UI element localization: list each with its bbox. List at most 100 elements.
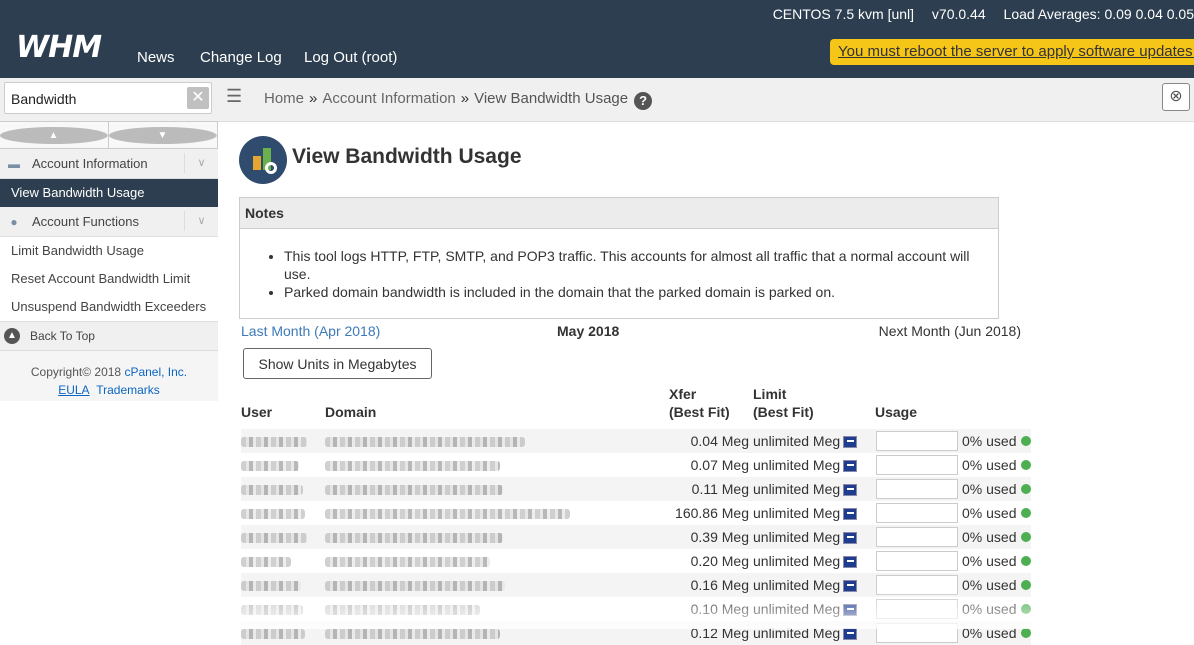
- user-cell[interactable]: [241, 573, 325, 597]
- domain-cell[interactable]: [325, 477, 669, 501]
- edit-limit-icon[interactable]: [843, 580, 858, 593]
- usage-text: 0% used: [962, 433, 1017, 449]
- scroll-up-button[interactable]: ▲: [0, 122, 109, 148]
- eula-link[interactable]: EULA: [58, 383, 89, 397]
- xfer-cell: 0.12 Meg: [669, 621, 753, 645]
- change-log-link[interactable]: Change Log: [200, 49, 282, 66]
- table-row: 0.07 Meg unlimited Meg 0% used: [241, 453, 1032, 477]
- domain-cell[interactable]: [325, 549, 669, 573]
- limit-value: unlimited Meg: [753, 481, 841, 497]
- bandwidth-chart-icon: [239, 136, 287, 184]
- breadcrumb-separator: »: [309, 90, 318, 107]
- user-cell[interactable]: [241, 549, 325, 573]
- domain-cell[interactable]: [325, 501, 669, 525]
- xfer-cell: 0.10 Meg: [690, 601, 749, 617]
- breadcrumb-home[interactable]: Home: [264, 90, 304, 107]
- edit-limit-icon[interactable]: [843, 556, 858, 569]
- edit-limit-icon[interactable]: [843, 484, 858, 497]
- help-icon[interactable]: ?: [634, 92, 653, 110]
- limit-cell: unlimited Meg: [753, 453, 875, 477]
- usage-text: 0% used: [962, 625, 1017, 641]
- trademarks-link[interactable]: Trademarks: [96, 383, 160, 397]
- domain-cell[interactable]: [325, 429, 669, 453]
- reboot-link[interactable]: You must reboot the server to apply soft…: [838, 43, 1194, 60]
- collapse-sidebar-icon[interactable]: ☰: [226, 86, 242, 107]
- top-bar: CENTOS 7.5 kvm [unl] v70.0.44 Load Avera…: [0, 0, 1194, 78]
- limit-value: unlimited Meg: [753, 457, 841, 473]
- column-limit: Limit (Best Fit): [753, 386, 814, 420]
- edit-limit-icon[interactable]: [843, 508, 858, 521]
- user-cell[interactable]: [241, 429, 325, 453]
- limit-cell: unlimited Meg: [753, 429, 875, 453]
- domain-cell[interactable]: [325, 573, 669, 597]
- usage-cell: 0% used: [875, 549, 1032, 573]
- edit-limit-icon[interactable]: [843, 436, 858, 449]
- sidebar-group-account-functions[interactable]: ● Account Functions ∨: [0, 207, 218, 237]
- sidebar-item-reset-limit[interactable]: Reset Account Bandwidth Limit: [0, 265, 218, 293]
- limit-cell: unlimited Meg: [753, 525, 875, 549]
- xfer-cell: 0.04 Meg: [669, 429, 753, 453]
- usage-bar: [876, 575, 958, 595]
- edit-limit-icon[interactable]: [843, 460, 858, 473]
- sidebar-item-limit-bandwidth[interactable]: Limit Bandwidth Usage: [0, 237, 218, 265]
- next-month-label: Next Month (Jun 2018): [878, 323, 1021, 339]
- table-row: 0.11 Meg unlimited Meg 0% used: [241, 477, 1032, 501]
- previous-month-link[interactable]: Last Month (Apr 2018): [241, 323, 380, 339]
- chevron-down-icon[interactable]: ∨: [184, 211, 218, 231]
- limit-cell: unlimited Meg: [753, 477, 875, 501]
- check-icon: [1021, 484, 1032, 494]
- limit-cell: unlimited Meg: [753, 621, 875, 645]
- chevron-down-icon[interactable]: ∨: [184, 153, 218, 173]
- usage-cell: 0% used: [875, 621, 1032, 645]
- usage-text: 0% used: [962, 601, 1017, 617]
- breadcrumb-section[interactable]: Account Information: [322, 90, 455, 107]
- sidebar-item-view-bandwidth-usage[interactable]: View Bandwidth Usage: [0, 179, 218, 207]
- user-cell[interactable]: [241, 453, 325, 477]
- check-icon: [1021, 436, 1032, 446]
- limit-cell: unlimited Meg: [753, 573, 875, 597]
- domain-cell[interactable]: [325, 525, 669, 549]
- column-xfer: Xfer (Best Fit): [669, 386, 730, 420]
- domain-cell[interactable]: [325, 621, 669, 645]
- xfer-cell: 0.07 Meg: [690, 457, 749, 473]
- edit-limit-icon[interactable]: [843, 532, 858, 545]
- limit-cell: unlimited Meg: [753, 549, 875, 573]
- page-title: View Bandwidth Usage: [292, 145, 522, 168]
- search-input[interactable]: [9, 87, 185, 111]
- user-cell[interactable]: [241, 477, 325, 501]
- check-icon: [1021, 532, 1032, 542]
- domain-cell[interactable]: [325, 453, 669, 477]
- show-units-megabytes-button[interactable]: Show Units in Megabytes: [243, 348, 432, 379]
- down-arrow-icon: ▼: [109, 126, 217, 144]
- usage-text: 0% used: [962, 457, 1017, 473]
- breadcrumb-bar: ✕ ☰ Home»Account Information»View Bandwi…: [0, 78, 1194, 122]
- sidebar-group-account-information[interactable]: ▬ Account Information ∨: [0, 149, 218, 179]
- reboot-notice[interactable]: You must reboot the server to apply soft…: [830, 39, 1194, 65]
- check-icon: [1021, 628, 1032, 638]
- user-cell[interactable]: [241, 621, 325, 645]
- user-cell[interactable]: [241, 501, 325, 525]
- close-icon[interactable]: ⊗: [1162, 83, 1190, 111]
- user-cell[interactable]: [241, 525, 325, 549]
- domain-cell[interactable]: [325, 597, 669, 621]
- news-link[interactable]: News: [137, 49, 175, 66]
- sidebar-item-unsuspend[interactable]: Unsuspend Bandwidth Exceeders: [0, 293, 218, 321]
- edit-limit-icon[interactable]: [843, 628, 858, 641]
- logout-link[interactable]: Log Out (root): [304, 49, 397, 66]
- search-box: ✕: [4, 82, 212, 114]
- column-user: User: [241, 404, 273, 420]
- load-averages: Load Averages: 0.09 0.04 0.05: [1003, 6, 1194, 22]
- clear-search-icon[interactable]: ✕: [187, 87, 209, 109]
- limit-value: unlimited Meg: [753, 553, 841, 569]
- whm-logo[interactable]: WHM: [16, 30, 102, 65]
- edit-limit-icon[interactable]: [843, 604, 858, 617]
- usage-cell: 0% used: [875, 597, 1032, 621]
- usage-bar: [876, 431, 958, 451]
- month-navigation: Last Month (Apr 2018) May 2018 Next Mont…: [241, 323, 1021, 343]
- cpanel-link[interactable]: cPanel, Inc.: [124, 365, 187, 379]
- usage-bar: [876, 527, 958, 547]
- user-cell[interactable]: [241, 597, 325, 621]
- copyright-text: Copyright© 2018: [30, 365, 122, 379]
- back-to-top[interactable]: ▲ Back To Top: [0, 321, 218, 351]
- scroll-down-button[interactable]: ▼: [109, 122, 217, 148]
